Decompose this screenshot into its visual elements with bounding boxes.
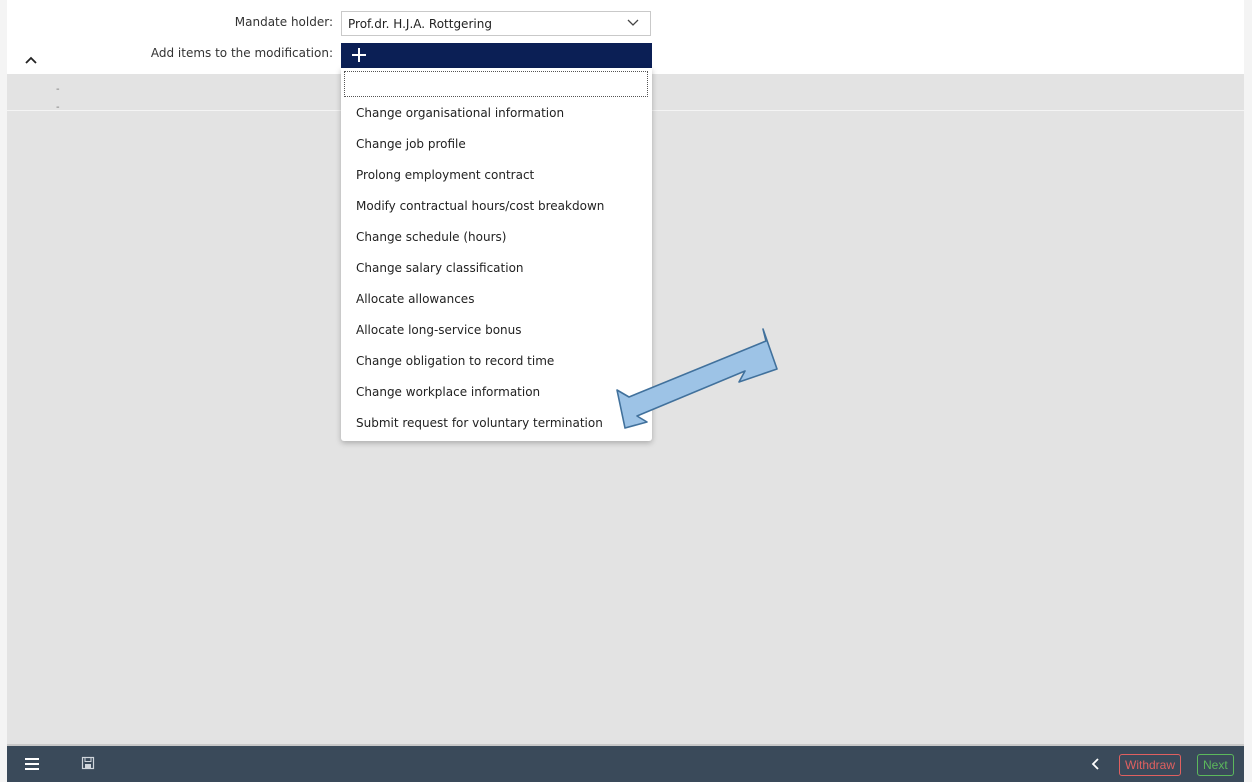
dropdown-item[interactable]: Change schedule (hours) bbox=[341, 222, 652, 253]
placeholder-dash: - bbox=[56, 102, 60, 113]
save-icon[interactable] bbox=[81, 756, 95, 770]
dropdown-item[interactable]: Change salary classification bbox=[341, 253, 652, 284]
form-header: Mandate holder: Prof.dr. H.J.A. Rottgeri… bbox=[7, 0, 1244, 74]
chevron-down-icon bbox=[627, 19, 639, 26]
next-button[interactable]: Next bbox=[1197, 754, 1234, 776]
dropdown-item[interactable]: Prolong employment contract bbox=[341, 160, 652, 191]
dropdown-item[interactable]: Modify contractual hours/cost breakdown bbox=[341, 191, 652, 222]
chevron-up-icon[interactable] bbox=[24, 54, 38, 66]
add-items-dropdown: Change organisational information Change… bbox=[341, 68, 652, 441]
right-frame bbox=[1244, 0, 1252, 782]
dropdown-item-voluntary-termination[interactable]: Submit request for voluntary termination bbox=[341, 408, 652, 439]
dropdown-item[interactable]: Change obligation to record time bbox=[341, 346, 652, 377]
mandate-holder-value: Prof.dr. H.J.A. Rottgering bbox=[348, 17, 492, 31]
left-frame bbox=[0, 0, 7, 782]
add-items-button[interactable] bbox=[341, 43, 652, 68]
plus-icon bbox=[352, 48, 366, 62]
add-items-label: Add items to the modification: bbox=[150, 46, 333, 60]
dropdown-item[interactable]: Change job profile bbox=[341, 129, 652, 160]
mandate-holder-select[interactable]: Prof.dr. H.J.A. Rottgering bbox=[341, 11, 651, 36]
dropdown-item[interactable]: Allocate long-service bonus bbox=[341, 315, 652, 346]
dropdown-item[interactable]: Change organisational information bbox=[341, 98, 652, 129]
dropdown-item[interactable]: Allocate allowances bbox=[341, 284, 652, 315]
placeholder-dash: - bbox=[56, 84, 60, 95]
chevron-left-icon[interactable] bbox=[1091, 758, 1101, 770]
hamburger-menu-icon[interactable] bbox=[24, 757, 40, 771]
dropdown-search-input[interactable] bbox=[344, 71, 648, 97]
withdraw-button[interactable]: Withdraw bbox=[1119, 754, 1182, 776]
dropdown-item[interactable]: Change workplace information bbox=[341, 377, 652, 408]
mandate-holder-label: Mandate holder: bbox=[234, 15, 333, 29]
footer-toolbar: Withdraw Next bbox=[7, 744, 1244, 782]
